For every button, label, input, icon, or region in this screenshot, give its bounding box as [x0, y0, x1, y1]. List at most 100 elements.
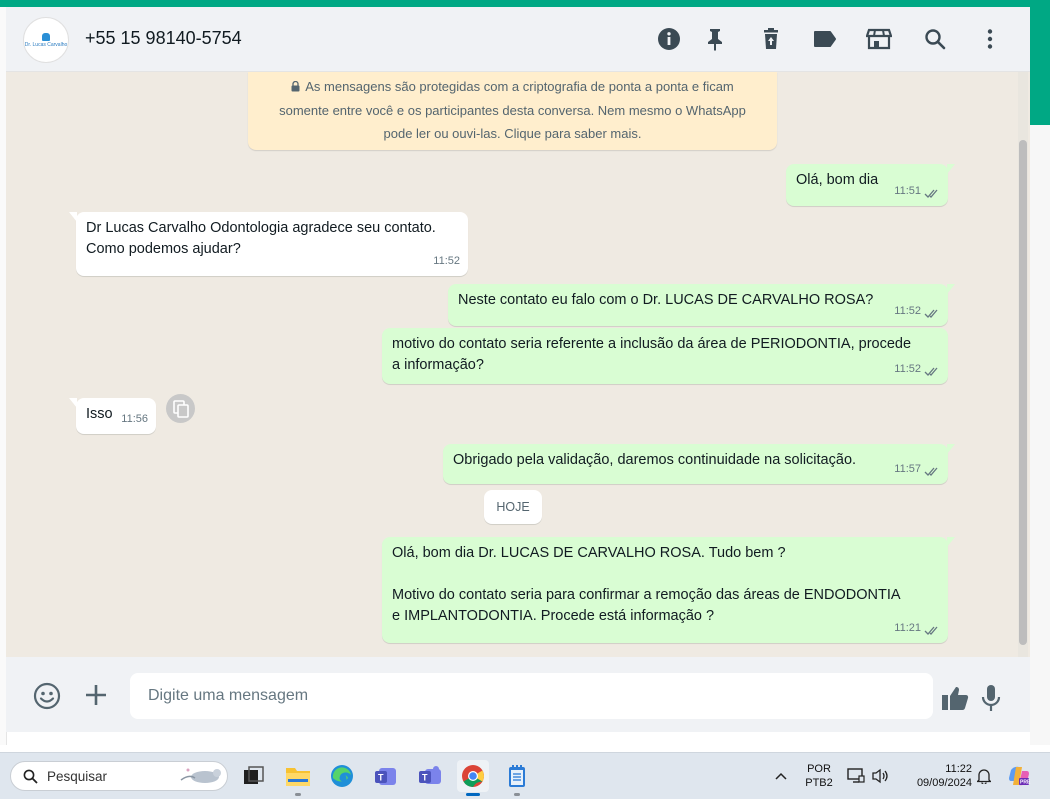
language-indicator[interactable]: POR PTB2	[801, 762, 837, 790]
avatar-logo-text: Dr. Lucas Carvalho	[24, 41, 68, 48]
language-line-1: POR	[807, 763, 831, 775]
search-icon	[23, 769, 38, 789]
message-time: 11:57	[894, 463, 921, 475]
task-view-icon[interactable]	[238, 760, 270, 792]
chevron-up-icon[interactable]	[772, 767, 790, 785]
whatsapp-window: Dr. Lucas Carvalho +55 15 98140-5754 As …	[6, 7, 1030, 732]
double-check-icon	[924, 464, 940, 476]
pin-icon[interactable]	[702, 26, 728, 52]
label-icon[interactable]	[812, 26, 838, 52]
message-bubble-outgoing[interactable]: Neste contato eu falo com o Dr. LUCAS DE…	[448, 284, 955, 326]
tooth-logo-icon	[42, 32, 50, 41]
svg-text:T: T	[422, 773, 428, 783]
bubble-tail	[947, 164, 955, 174]
message-text-line: motivo do contato seria referente a incl…	[392, 336, 912, 352]
message-meta: 11:57	[894, 459, 940, 480]
taskbar-search[interactable]: Pesquisar	[10, 761, 228, 791]
double-check-icon	[924, 623, 940, 635]
bubble-tail	[69, 212, 77, 222]
bubble-tail	[947, 284, 955, 294]
store-icon[interactable]	[866, 26, 892, 52]
double-check-icon	[924, 306, 940, 318]
message-bubble-outgoing[interactable]: motivo do contato seria referente a incl…	[382, 328, 948, 384]
composer-bar	[6, 657, 1030, 732]
message-meta: 11:51	[894, 181, 940, 202]
double-check-icon	[924, 186, 940, 198]
chat-header: Dr. Lucas Carvalho +55 15 98140-5754	[6, 7, 1030, 72]
encryption-line-1: As mensagens são protegidas com a cripto…	[305, 79, 734, 94]
message-meta: 11:21	[894, 618, 940, 639]
emoji-icon[interactable]	[32, 681, 62, 711]
clock-time: 11:22	[945, 763, 972, 775]
thumbs-up-icon[interactable]	[940, 683, 970, 713]
scrollbar-thumb[interactable]	[1019, 140, 1027, 645]
message-meta: 11:52	[433, 251, 460, 272]
window-top-accent	[0, 0, 1050, 7]
date-divider: HOJE	[484, 490, 542, 524]
search-icon[interactable]	[922, 26, 948, 52]
message-text-line: e IMPLANTODONTIA. Procede está informaçã…	[392, 608, 715, 624]
notepad-icon[interactable]	[501, 760, 533, 796]
bubble-tail	[947, 537, 955, 547]
edge-browser-icon[interactable]	[326, 760, 358, 792]
message-text-line: Motivo do contato seria para confirmar a…	[392, 587, 901, 603]
clock-date: 09/09/2024	[916, 777, 972, 789]
bubble-tail	[69, 398, 77, 408]
double-check-icon	[924, 364, 940, 376]
clock[interactable]: 11:22 09/09/2024	[900, 762, 972, 790]
avatar[interactable]: Dr. Lucas Carvalho	[23, 17, 69, 63]
notification-bell-icon[interactable]	[974, 766, 994, 786]
message-time: 11:51	[894, 185, 921, 197]
encryption-line-2: somente entre você e os participantes de…	[279, 103, 746, 118]
running-indicator	[514, 793, 520, 796]
message-bubble-incoming[interactable]: Isso 11:56	[69, 398, 156, 434]
message-time: 11:52	[433, 255, 460, 267]
teams-work-icon[interactable]: T	[414, 760, 446, 792]
message-text: Neste contato eu falo com o Dr. LUCAS DE…	[458, 292, 874, 308]
message-meta: 11:56	[121, 409, 148, 430]
network-icon[interactable]	[846, 766, 866, 786]
message-list[interactable]: As mensagens são protegidas com a cripto…	[6, 72, 1030, 657]
message-time: 11:52	[894, 305, 921, 317]
message-meta: 11:52	[894, 301, 940, 322]
info-icon[interactable]	[656, 26, 682, 52]
menu-icon[interactable]	[977, 26, 1003, 52]
file-explorer-icon[interactable]	[282, 760, 314, 796]
svg-text:T: T	[378, 773, 384, 783]
message-text: Obrigado pela validação, daremos continu…	[453, 452, 857, 468]
message-bubble-outgoing[interactable]: Olá, bom dia Dr. LUCAS DE CARVALHO ROSA.…	[382, 537, 955, 643]
windows-taskbar: Pesquisar T T POR PTB2 11:22 09/09/2024 …	[0, 752, 1050, 799]
language-line-2: PTB2	[805, 777, 833, 789]
message-bubble-outgoing[interactable]: Olá, bom dia 11:51	[786, 164, 955, 206]
bubble-tail	[947, 444, 955, 454]
background-accent-strip	[1030, 7, 1050, 125]
running-indicator	[295, 793, 301, 796]
microphone-icon[interactable]	[978, 683, 1004, 713]
message-text-line: Como podemos ajudar?	[86, 241, 241, 257]
lock-icon	[291, 76, 300, 99]
contact-name[interactable]: +55 15 98140-5754	[85, 28, 242, 49]
background-panel	[1030, 125, 1050, 745]
message-text-line: a informação?	[392, 357, 484, 373]
message-time: 11:56	[121, 413, 148, 425]
delete-icon[interactable]	[758, 26, 784, 52]
copy-icon	[172, 399, 189, 418]
search-highlight-icon	[179, 766, 225, 791]
encryption-line-3: pode ler ou ouvi-las. Clique para saber …	[383, 126, 642, 141]
message-text-line: Olá, bom dia Dr. LUCAS DE CARVALHO ROSA.…	[392, 545, 786, 561]
teams-personal-icon[interactable]: T	[370, 760, 402, 792]
copilot-icon[interactable]: PRE	[1006, 763, 1032, 789]
copy-button[interactable]	[166, 394, 195, 423]
message-bubble-outgoing[interactable]: Obrigado pela validação, daremos continu…	[443, 444, 955, 484]
message-bubble-incoming[interactable]: Dr Lucas Carvalho Odontologia agradece s…	[69, 212, 468, 276]
taskbar-search-label: Pesquisar	[47, 769, 108, 784]
encryption-notice[interactable]: As mensagens são protegidas com a cripto…	[248, 72, 777, 150]
svg-text:PRE: PRE	[1020, 780, 1031, 786]
message-meta: 11:52	[894, 359, 940, 380]
attach-plus-icon[interactable]	[82, 681, 110, 709]
message-input[interactable]	[130, 673, 933, 719]
chrome-icon[interactable]	[457, 760, 489, 796]
message-text-line: Dr Lucas Carvalho Odontologia agradece s…	[86, 220, 436, 236]
active-indicator	[466, 793, 480, 796]
volume-icon[interactable]	[870, 766, 890, 786]
